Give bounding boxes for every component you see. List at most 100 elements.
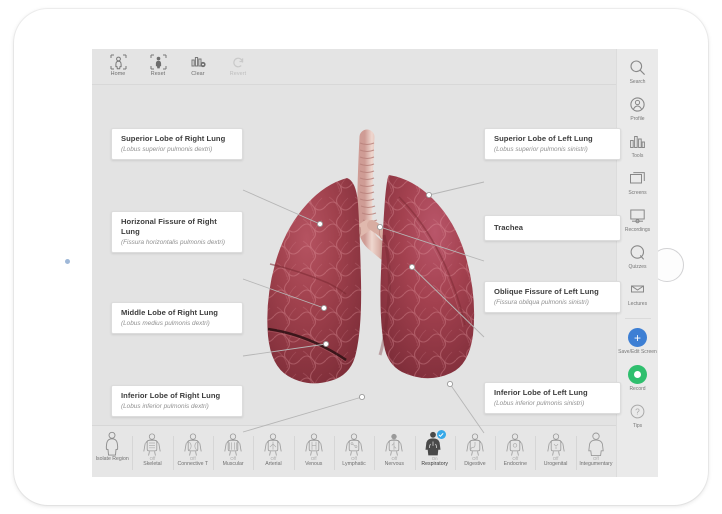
home-figure-icon [110,53,127,70]
callout-latin: (Lobus superior pulmonis sinistri) [494,145,612,154]
sidebar-item-quizzes[interactable]: Quizzes [617,242,659,270]
body-systems-bar: Isolate Region Off Skeletal [92,425,616,477]
plus-icon: + [628,327,647,348]
callout-latin: (Fissura horizontalis pulmonis dextri) [121,238,234,247]
system-item-integumentary[interactable]: Off Integumentary [576,430,616,467]
quizzes-icon [629,242,646,263]
anatomy-app-screen: Home Reset [92,49,658,477]
callout-title: Middle Lobe of Right Lung [121,308,234,318]
system-item-respiratory[interactable]: On Respiratory [415,430,455,467]
callout-title: Superior Lobe of Right Lung [121,134,234,144]
callout-title: Horizonal Fissure of Right Lung [121,217,234,237]
clear-label: Clear [191,71,204,77]
isolate-region-icon [102,430,122,456]
system-item-nervous[interactable]: Off Nervous [374,430,414,467]
system-item-muscular[interactable]: Off Muscular [213,430,253,467]
sidebar-label: Profile [630,116,644,122]
system-item-connective-tissue[interactable]: Off Connective T [173,430,213,467]
sidebar-label: Recordings [625,227,650,233]
callout-latin: (Lobus inferior pulmonis sinistri) [494,399,612,408]
system-divider [173,436,174,470]
system-item-venous[interactable]: Off Venous [294,430,334,467]
tablet-device-frame: Home Reset [14,9,708,505]
system-divider [495,436,496,470]
system-label: Lymphatic [342,461,365,467]
profile-icon [629,94,646,115]
sidebar-label: Search [630,79,646,85]
callout-inferior-lobe-right-lung[interactable]: Inferior Lobe of Right Lung (Lobus infer… [111,385,243,417]
lymphatic-icon [343,430,365,456]
callout-oblique-fissure-left-lung[interactable]: Oblique Fissure of Left Lung (Fissura ob… [484,281,621,313]
callout-latin: (Fissura obliqua pulmonis sinistri) [494,298,612,307]
callout-title: Superior Lobe of Left Lung [494,134,612,144]
callout-title: Inferior Lobe of Right Lung [121,391,234,401]
respiratory-icon [422,430,448,456]
connective-icon [182,430,204,456]
callout-latin: (Lobus medius pulmonis dextri) [121,319,234,328]
sidebar-label: Screens [628,190,646,196]
screens-icon [629,168,646,189]
revert-undo-icon [230,53,247,70]
system-item-arterial[interactable]: Off Arterial [253,430,293,467]
sidebar-label: Lectures [628,301,647,307]
callout-trachea[interactable]: Trachea [484,215,621,241]
system-divider [576,436,577,470]
endocrine-icon [504,430,526,456]
sidebar-item-tips[interactable]: ? Tips [617,401,659,429]
system-divider [415,436,416,470]
callout-inferior-lobe-left-lung[interactable]: Inferior Lobe of Left Lung (Lobus inferi… [484,382,621,414]
callout-latin: (Lobus inferior pulmonis dextri) [121,402,234,411]
system-label: Urogenital [544,461,568,467]
reset-label: Reset [151,71,166,77]
sidebar-item-lectures[interactable]: Lectures [617,279,659,307]
sidebar-item-record[interactable]: Record [617,364,659,392]
system-label: Connective T [178,461,208,467]
system-divider [334,436,335,470]
svg-text:?: ? [635,407,640,417]
sidebar-item-save-edit-screen[interactable]: + Save/Edit Screen [617,327,659,355]
system-divider [374,436,375,470]
muscular-icon [222,430,244,456]
system-item-endocrine[interactable]: Off Endocrine [495,430,535,467]
sidebar-item-profile[interactable]: Profile [617,94,659,122]
lectures-icon [629,279,646,300]
callout-horizonal-fissure-right-lung[interactable]: Horizonal Fissure of Right Lung (Fissura… [111,211,243,253]
reset-button-toolbar[interactable]: Reset [138,53,178,77]
system-label: Arterial [265,461,281,467]
system-divider [535,436,536,470]
question-icon: ? [629,401,646,422]
system-item-digestive[interactable]: Off Digestive [455,430,495,467]
system-label: Isolate Region [96,456,129,462]
sidebar-item-screens[interactable]: Screens [617,168,659,196]
system-item-lymphatic[interactable]: Off Lymphatic [334,430,374,467]
system-item-urogenital[interactable]: Off Urogenital [535,430,575,467]
system-label: Nervous [385,461,404,467]
venous-icon [303,430,325,456]
front-camera-dot [65,259,70,264]
system-label: Muscular [223,461,244,467]
sidebar-label: Record [629,386,645,392]
system-divider [132,436,133,470]
revert-label: Revert [230,71,246,77]
integumentary-icon [585,430,607,456]
system-label: Venous [305,461,322,467]
callout-title: Inferior Lobe of Left Lung [494,388,612,398]
sidebar-label: Tools [632,153,644,159]
sidebar-item-tools[interactable]: Tools [617,131,659,159]
system-item-isolate-region[interactable]: Isolate Region [92,430,132,462]
system-item-skeletal[interactable]: Off Skeletal [132,430,172,467]
callout-superior-lobe-left-lung[interactable]: Superior Lobe of Left Lung (Lobus superi… [484,128,621,160]
revert-button-toolbar[interactable]: Revert [218,53,258,77]
sidebar-item-search[interactable]: Search [617,57,659,85]
sidebar-label: Quizzes [628,264,646,270]
callout-superior-lobe-right-lung[interactable]: Superior Lobe of Right Lung (Lobus super… [111,128,243,160]
callout-latin: (Lobus superior pulmonis dextri) [121,145,234,154]
sidebar-item-recordings[interactable]: Recordings [617,205,659,233]
sidebar-label: Save/Edit Screen [618,349,657,355]
home-button-toolbar[interactable]: Home [98,53,138,77]
callout-middle-lobe-right-lung[interactable]: Middle Lobe of Right Lung (Lobus medius … [111,302,243,334]
system-divider [294,436,295,470]
respiratory-active-badge [437,430,446,439]
system-label: Respiratory [421,461,448,467]
clear-button-toolbar[interactable]: Clear [178,53,218,77]
